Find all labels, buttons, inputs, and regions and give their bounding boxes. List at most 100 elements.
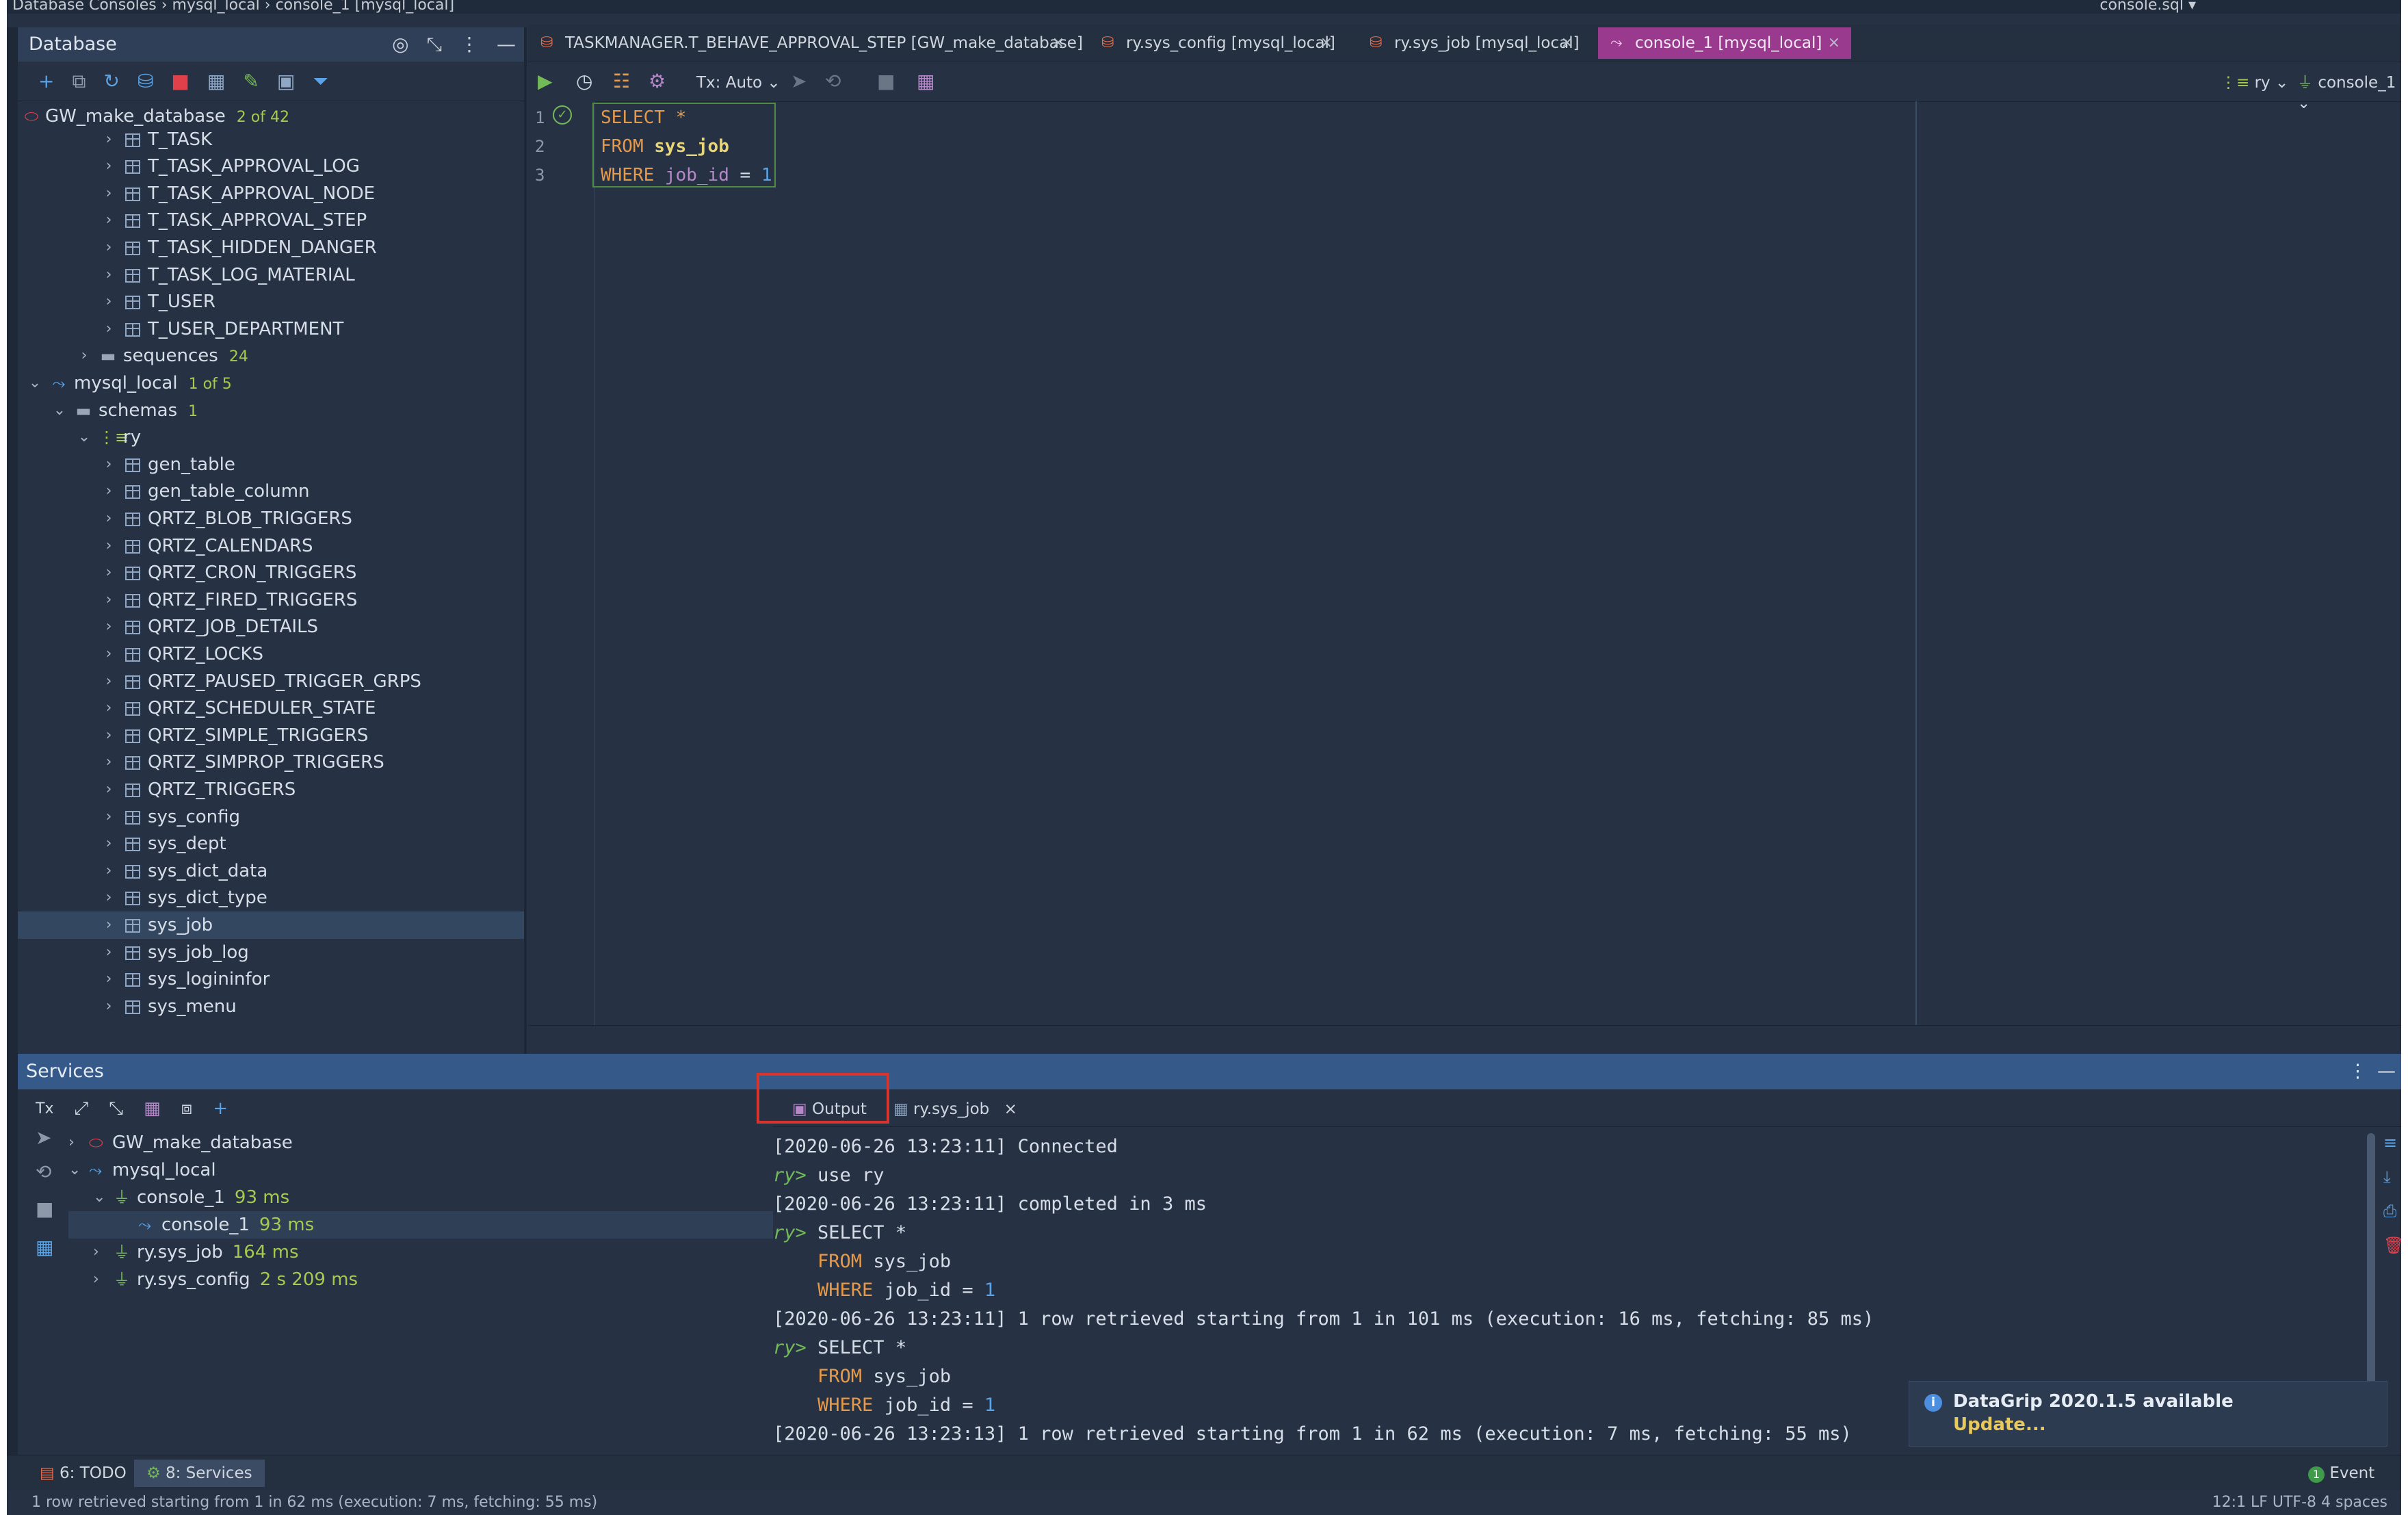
schema-selector[interactable]: ⋮≡ ry ⌄: [2221, 73, 2288, 93]
chevron-right-icon[interactable]: ›: [101, 830, 116, 857]
tree-node[interactable]: › sys_job_log: [18, 939, 524, 966]
copy-icon[interactable]: ⧉: [72, 71, 86, 91]
editor-tab[interactable]: ⛁ ry.sys_config [mysql_local] ×: [1089, 27, 1344, 59]
minimize-icon[interactable]: —: [2377, 1054, 2396, 1089]
chevron-right-icon[interactable]: ›: [101, 695, 116, 722]
editor-tab[interactable]: ⛁ ry.sys_job [mysql_local] ×: [1357, 27, 1584, 59]
chevron-right-icon[interactable]: ›: [101, 234, 116, 261]
group-icon[interactable]: ▦: [144, 1098, 161, 1119]
pinned-root-node[interactable]: ⬭ GW_make_database 2 of 42: [18, 103, 524, 130]
service-node[interactable]: ⤳ console_1 93 ms: [68, 1211, 773, 1239]
run-config-selector[interactable]: console.sql ▾: [2099, 0, 2196, 13]
tree-node[interactable]: › QRTZ_FIRED_TRIGGERS: [18, 586, 524, 614]
edit-source-icon[interactable]: ✎: [243, 71, 259, 91]
chevron-down-icon[interactable]: ⌄: [77, 424, 92, 451]
sql-editor[interactable]: SELECT * FROM sys_job WHERE job_id = 1: [595, 101, 2401, 1025]
close-icon[interactable]: ×: [1052, 27, 1064, 59]
chevron-right-icon[interactable]: ›: [101, 993, 116, 1020]
horizontal-splitter[interactable]: [528, 1025, 2401, 1053]
wrap-icon[interactable]: ≡: [2383, 1133, 2397, 1152]
stop-icon[interactable]: ■: [877, 71, 895, 92]
tree-node[interactable]: › QRTZ_JOB_DETAILS: [18, 613, 524, 640]
collapse-icon[interactable]: ⤡: [427, 27, 442, 62]
history-icon[interactable]: ◷: [576, 71, 592, 92]
tree-node[interactable]: › ▬ sequences 24: [18, 342, 524, 370]
chevron-right-icon[interactable]: ›: [101, 939, 116, 966]
tree-node[interactable]: › sys_dept: [18, 830, 524, 857]
minimize-icon[interactable]: —: [497, 27, 516, 62]
tree-node[interactable]: › T_USER_DEPARTMENT: [18, 315, 524, 343]
filter-icon[interactable]: ⏷: [313, 71, 328, 91]
tree-node[interactable]: › gen_table: [18, 451, 524, 478]
tab-todo[interactable]: ▤ 6: TODO: [27, 1460, 139, 1487]
tree-node[interactable]: › sys_dict_data: [18, 857, 524, 885]
tree-node[interactable]: › T_TASK_HIDDEN_DANGER: [18, 234, 524, 261]
chevron-right-icon[interactable]: ›: [101, 261, 116, 289]
settings-list-icon[interactable]: ☷: [613, 71, 630, 92]
editor-tab[interactable]: ⤳ console_1 [mysql_local] ×: [1598, 27, 1851, 59]
chevron-down-icon[interactable]: ⌄: [52, 397, 67, 424]
add-icon[interactable]: +: [38, 71, 54, 91]
service-node[interactable]: › ⏚ ry.sys_job 164 ms: [68, 1239, 773, 1266]
tree-node[interactable]: ⌄ ⋮≡ ry: [18, 424, 524, 451]
stop-icon[interactable]: ■: [171, 71, 189, 91]
add-service-icon[interactable]: +: [213, 1098, 228, 1119]
chevron-right-icon[interactable]: ›: [101, 559, 116, 586]
tree-node[interactable]: › QRTZ_CALENDARS: [18, 532, 524, 560]
status-position[interactable]: 12:1 LF UTF-8 4 spaces: [2212, 1490, 2387, 1515]
tree-node[interactable]: ⌄ ⤳ mysql_local 1 of 5: [18, 370, 524, 397]
close-icon[interactable]: ×: [1561, 27, 1573, 59]
tree-node[interactable]: › T_TASK_APPROVAL_LOG: [18, 153, 524, 180]
tree-node[interactable]: › sys_dict_type: [18, 884, 524, 911]
chevron-down-icon[interactable]: ⌄: [27, 370, 42, 397]
more-options-icon[interactable]: ⋮: [2348, 1054, 2367, 1089]
tree-node[interactable]: › QRTZ_TRIGGERS: [18, 776, 524, 803]
send-icon[interactable]: ➤: [36, 1126, 51, 1149]
vertical-splitter[interactable]: [524, 27, 527, 1054]
update-link[interactable]: Update...: [1953, 1414, 2046, 1435]
tree-node[interactable]: › sys_job: [18, 911, 524, 939]
tree-node[interactable]: › T_TASK_APPROVAL_STEP: [18, 207, 524, 234]
schema-icon[interactable]: ⛁: [138, 71, 153, 91]
chevron-right-icon[interactable]: ›: [101, 613, 116, 640]
chevron-right-icon[interactable]: ›: [101, 966, 116, 993]
close-icon[interactable]: ×: [1004, 1100, 1017, 1118]
chevron-right-icon[interactable]: ›: [101, 478, 116, 505]
chevron-right-icon[interactable]: ›: [101, 803, 116, 831]
chevron-right-icon[interactable]: ›: [101, 884, 116, 911]
layout-icon[interactable]: ▦: [917, 71, 934, 92]
chevron-down-icon[interactable]: ⌄: [68, 1156, 81, 1184]
tree-node[interactable]: ⌄ ▬ schemas 1: [18, 397, 524, 424]
gear-icon[interactable]: ⚙: [649, 71, 666, 92]
expand-all-icon[interactable]: ⤢: [74, 1098, 88, 1119]
chevron-right-icon[interactable]: ›: [93, 1239, 99, 1266]
service-node[interactable]: › ⬭ GW_make_database: [68, 1129, 773, 1156]
stop-icon[interactable]: ■: [36, 1197, 53, 1220]
chevron-right-icon[interactable]: ›: [101, 315, 116, 343]
chevron-right-icon[interactable]: ›: [101, 857, 116, 885]
target-icon[interactable]: ◎: [392, 27, 408, 62]
tree-node[interactable]: › T_USER: [18, 288, 524, 315]
tree-node[interactable]: › QRTZ_CRON_TRIGGERS: [18, 559, 524, 586]
chevron-right-icon[interactable]: ›: [101, 505, 116, 532]
close-icon[interactable]: ×: [1828, 27, 1840, 59]
chevron-right-icon[interactable]: ›: [101, 288, 116, 315]
console-scrollbar[interactable]: [2367, 1133, 2375, 1386]
chevron-right-icon[interactable]: ›: [101, 668, 116, 695]
tree-node[interactable]: › T_TASK_LOG_MATERIAL: [18, 261, 524, 289]
rollback-icon[interactable]: ⟲: [36, 1161, 51, 1183]
tree-node[interactable]: › QRTZ_SIMPLE_TRIGGERS: [18, 722, 524, 749]
open-view-icon[interactable]: ⧈: [181, 1098, 193, 1119]
trash-icon[interactable]: 🗑: [2383, 1236, 2401, 1255]
chevron-right-icon[interactable]: ›: [101, 911, 116, 939]
print-icon[interactable]: ⎙: [2383, 1202, 2396, 1221]
close-icon[interactable]: ×: [1320, 27, 1333, 59]
scroll-end-icon[interactable]: ⤓: [2383, 1167, 2391, 1187]
chevron-right-icon[interactable]: ›: [101, 532, 116, 560]
service-node[interactable]: ⌄ ⏚ console_1 93 ms: [68, 1184, 773, 1211]
tab-services[interactable]: ⚙ 8: Services: [134, 1460, 265, 1487]
tree-node[interactable]: › QRTZ_SIMPROP_TRIGGERS: [18, 749, 524, 776]
table-view-icon[interactable]: ▦: [207, 71, 225, 91]
tree-node[interactable]: › QRTZ_LOCKS: [18, 640, 524, 668]
chevron-right-icon[interactable]: ›: [101, 749, 116, 776]
